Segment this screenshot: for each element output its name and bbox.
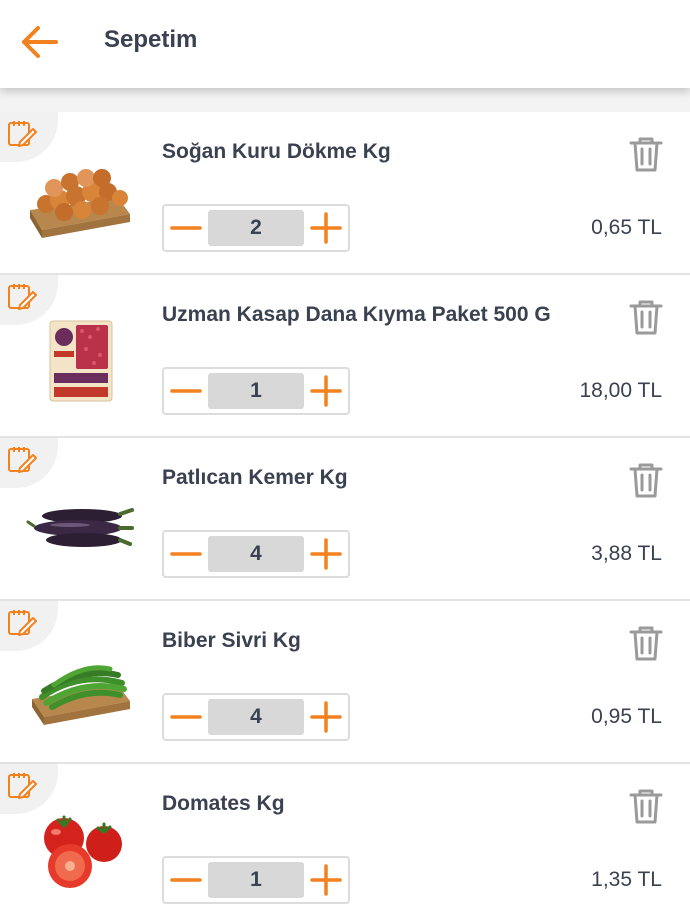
note-edit-icon[interactable]: [6, 607, 38, 639]
plus-icon: [310, 864, 342, 896]
product-image-eggplant: [26, 508, 134, 547]
quantity-value: 4: [208, 699, 304, 735]
plus-icon: [310, 538, 342, 570]
quantity-stepper: 2: [162, 204, 350, 252]
note-edit-icon[interactable]: [6, 770, 38, 802]
decrease-button[interactable]: [164, 369, 208, 413]
header-divider: [0, 88, 690, 112]
decrease-button[interactable]: [164, 858, 208, 902]
trash-icon[interactable]: [628, 134, 664, 174]
product-price: 0,65 TL: [591, 216, 662, 239]
cart-item: Uzman Kasap Dana Kıyma Paket 500 G 1 18,…: [0, 275, 690, 438]
minus-icon: [170, 552, 202, 556]
quantity-value: 4: [208, 536, 304, 572]
increase-button[interactable]: [304, 206, 348, 250]
product-name: Soğan Kuru Dökme Kg: [162, 140, 391, 163]
product-name: Domates Kg: [162, 792, 285, 815]
trash-icon[interactable]: [628, 297, 664, 337]
cart-item: Patlıcan Kemer Kg 4 3,88 TL: [0, 438, 690, 601]
decrease-button[interactable]: [164, 532, 208, 576]
product-price: 3,88 TL: [591, 542, 662, 565]
product-price: 18,00 TL: [579, 379, 662, 402]
trash-icon[interactable]: [628, 623, 664, 663]
note-edit-icon[interactable]: [6, 444, 38, 476]
arrow-left-icon: [22, 26, 58, 58]
cart-item: Biber Sivri Kg 4 0,95 TL: [0, 601, 690, 764]
trash-icon[interactable]: [628, 460, 664, 500]
plus-icon: [310, 212, 342, 244]
increase-button[interactable]: [304, 695, 348, 739]
minus-icon: [170, 878, 202, 882]
cart-list: Soğan Kuru Dökme Kg 2 0,65 TL Uzman Kasa…: [0, 112, 690, 920]
app-header: Sepetim: [0, 0, 690, 88]
quantity-value: 2: [208, 210, 304, 246]
minus-icon: [170, 715, 202, 719]
quantity-stepper: 1: [162, 856, 350, 904]
decrease-button[interactable]: [164, 206, 208, 250]
quantity-stepper: 4: [162, 530, 350, 578]
page-title: Sepetim: [104, 26, 198, 53]
cart-item: Domates Kg 1 1,35 TL: [0, 764, 690, 920]
decrease-button[interactable]: [164, 695, 208, 739]
quantity-stepper: 1: [162, 367, 350, 415]
note-edit-icon[interactable]: [6, 281, 38, 313]
quantity-value: 1: [208, 862, 304, 898]
product-image-onion: [30, 169, 130, 238]
back-button[interactable]: [18, 22, 62, 62]
cart-item: Soğan Kuru Dökme Kg 2 0,65 TL: [0, 112, 690, 275]
product-image-tomato: [44, 815, 122, 888]
quantity-stepper: 4: [162, 693, 350, 741]
plus-icon: [310, 375, 342, 407]
minus-icon: [170, 389, 202, 393]
increase-button[interactable]: [304, 369, 348, 413]
trash-icon[interactable]: [628, 786, 664, 826]
increase-button[interactable]: [304, 858, 348, 902]
plus-icon: [310, 701, 342, 733]
product-image-minced-meat: [49, 320, 113, 402]
quantity-value: 1: [208, 373, 304, 409]
minus-icon: [170, 226, 202, 230]
product-name: Patlıcan Kemer Kg: [162, 466, 348, 489]
product-price: 1,35 TL: [591, 868, 662, 891]
product-name: Biber Sivri Kg: [162, 629, 301, 652]
note-edit-icon[interactable]: [6, 118, 38, 150]
product-price: 0,95 TL: [591, 705, 662, 728]
product-image-green-pepper: [32, 665, 130, 725]
increase-button[interactable]: [304, 532, 348, 576]
product-name: Uzman Kasap Dana Kıyma Paket 500 G: [162, 303, 551, 326]
